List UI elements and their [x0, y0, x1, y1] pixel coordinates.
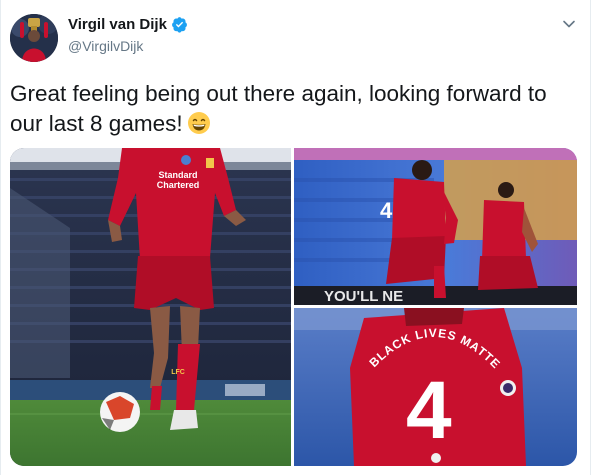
- svg-text:4: 4: [406, 365, 452, 456]
- chevron-down-icon[interactable]: [561, 16, 577, 32]
- photo-player-dribbling[interactable]: Standard Chartered LFC: [10, 148, 291, 466]
- avatar[interactable]: [10, 14, 58, 62]
- photo-players-kneeling[interactable]: YOU'LL NE 4: [294, 148, 577, 305]
- author-name[interactable]: Virgil van Dijk: [68, 16, 167, 33]
- svg-text:LFC: LFC: [171, 369, 185, 376]
- tweet-card[interactable]: Virgil van Dijk @VirgilvDijk Great feeli…: [0, 0, 591, 475]
- tweet-text: Great feeling being out there again, loo…: [10, 81, 547, 136]
- svg-text:Standard: Standard: [158, 170, 197, 180]
- svg-text:4: 4: [380, 198, 393, 223]
- author-name-row[interactable]: Virgil van Dijk: [68, 16, 188, 33]
- media-grid: Standard Chartered LFC YOU'LL NE 4 4 BLA…: [10, 148, 577, 466]
- photo-shirt-back[interactable]: 4 BLACK LIVES MATTER: [294, 308, 577, 466]
- author-handle[interactable]: @VirgilvDijk: [68, 38, 143, 54]
- verified-badge-icon: [171, 16, 188, 33]
- tweet-text-block: Great feeling being out there again, loo…: [10, 79, 580, 139]
- svg-text:YOU'LL NE: YOU'LL NE: [324, 288, 403, 305]
- svg-text:Chartered: Chartered: [157, 180, 200, 190]
- grinning-face-emoji-icon: [187, 111, 211, 135]
